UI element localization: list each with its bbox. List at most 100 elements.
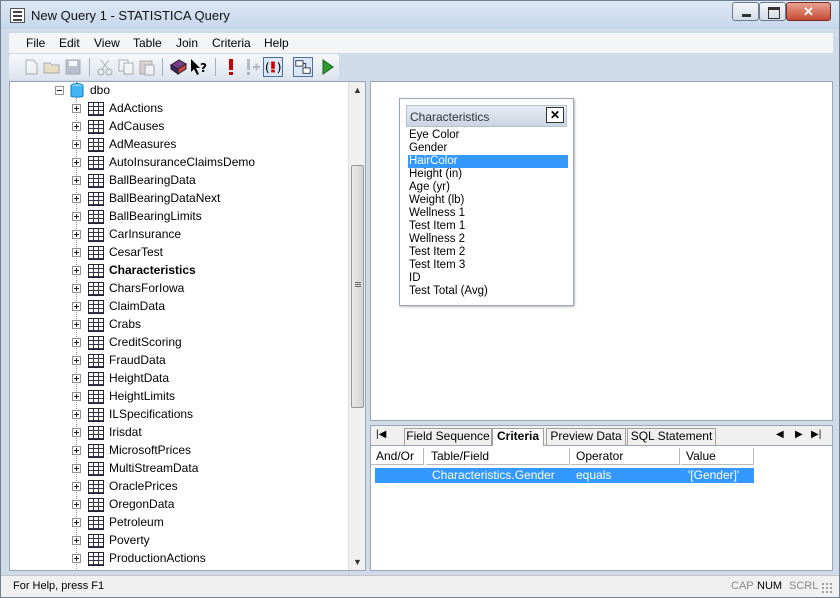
tab-criteria[interactable]: Criteria (492, 428, 544, 446)
tree-item[interactable]: OraclePrices (10, 478, 340, 496)
tree-item[interactable]: AdCauses (10, 118, 340, 136)
next-tab-icon[interactable]: ▶ (795, 429, 803, 440)
expand-icon[interactable] (72, 356, 81, 365)
expand-icon[interactable] (72, 230, 81, 239)
menu-view[interactable]: View (94, 36, 120, 50)
tree-item[interactable]: CesarTest (10, 244, 340, 262)
tree-item[interactable]: BallBearingData (10, 172, 340, 190)
cell-operator[interactable]: equals (576, 468, 611, 483)
paste-icon[interactable] (137, 57, 157, 77)
tree-item[interactable]: AdMeasures (10, 136, 340, 154)
tree-item[interactable]: OregonData (10, 496, 340, 514)
tree-item[interactable]: Crabs (10, 316, 340, 334)
collapse-icon[interactable] (55, 86, 64, 95)
menu-criteria[interactable]: Criteria (212, 36, 251, 50)
tab-sql-statement[interactable]: SQL Statement (627, 428, 716, 445)
field-item[interactable]: Test Item 3 (408, 259, 568, 272)
tree-item[interactable]: CreditScoring (10, 334, 340, 352)
tree-item[interactable]: BallBearingDataNext (10, 190, 340, 208)
expand-icon[interactable] (72, 482, 81, 491)
exclamation-circle-icon[interactable]: () (263, 57, 283, 77)
field-item[interactable]: Height (in) (408, 168, 568, 181)
copy-icon[interactable] (116, 57, 136, 77)
tree-item[interactable]: HeightLimits (10, 388, 340, 406)
tree-item[interactable]: BallBearingLimits (10, 208, 340, 226)
expand-icon[interactable] (72, 374, 81, 383)
first-tab-icon[interactable]: |◀ (376, 429, 386, 440)
expand-icon[interactable] (72, 122, 81, 131)
tree-item[interactable]: FraudData (10, 352, 340, 370)
field-item[interactable]: HairColor (408, 155, 568, 168)
expand-icon[interactable] (72, 428, 81, 437)
context-help-icon[interactable]: ? (189, 57, 209, 77)
minimize-button[interactable] (732, 2, 759, 21)
scroll-up-icon[interactable]: ▲ (352, 85, 363, 95)
expand-icon[interactable] (72, 158, 81, 167)
tree-item[interactable]: AutoInsuranceClaimsDemo (10, 154, 340, 172)
field-item[interactable]: Eye Color (408, 129, 568, 142)
field-item[interactable]: ID (408, 272, 568, 285)
tree-item[interactable]: HeightData (10, 370, 340, 388)
expand-icon[interactable] (72, 266, 81, 275)
field-item[interactable]: Wellness 2 (408, 233, 568, 246)
field-item[interactable]: Wellness 1 (408, 207, 568, 220)
field-item[interactable]: Weight (lb) (408, 194, 568, 207)
tree-item[interactable]: MicrosoftPrices (10, 442, 340, 460)
maximize-button[interactable] (759, 2, 786, 21)
table-window-title-bar[interactable]: Characteristics ✕ (406, 105, 567, 127)
expand-icon[interactable] (72, 212, 81, 221)
expand-icon[interactable] (72, 500, 81, 509)
save-icon[interactable] (63, 57, 83, 77)
add-table-icon[interactable] (168, 57, 188, 77)
expand-icon[interactable] (72, 392, 81, 401)
title-bar[interactable]: New Query 1 - STATISTICA Query (1, 1, 839, 29)
tab-field-sequence[interactable]: Field Sequence (404, 428, 492, 445)
column-header-and-or[interactable]: And/Or (371, 448, 424, 465)
expand-icon[interactable] (72, 194, 81, 203)
tree-item[interactable]: ILSpecifications (10, 406, 340, 424)
cut-icon[interactable] (95, 57, 115, 77)
expand-icon[interactable] (72, 176, 81, 185)
new-icon[interactable] (21, 57, 41, 77)
cell-value[interactable]: '[Gender]' (688, 468, 739, 483)
tree-item[interactable]: ProductionActions (10, 550, 340, 568)
field-item[interactable]: Gender (408, 142, 568, 155)
menu-help[interactable]: Help (264, 36, 289, 50)
criteria-plus-icon[interactable] (242, 57, 262, 77)
expand-icon[interactable] (72, 104, 81, 113)
menu-table[interactable]: Table (133, 36, 162, 50)
resize-grip[interactable] (821, 582, 833, 594)
expand-icon[interactable] (72, 446, 81, 455)
field-item[interactable]: Test Total (Avg) (408, 285, 568, 298)
close-button[interactable] (786, 2, 831, 21)
tree-item[interactable]: MultiStreamData (10, 460, 340, 478)
close-icon[interactable]: ✕ (546, 107, 564, 123)
column-header-operator[interactable]: Operator (571, 448, 680, 465)
expand-icon[interactable] (72, 464, 81, 473)
exclamation-icon[interactable] (221, 57, 241, 77)
expand-icon[interactable] (72, 536, 81, 545)
column-header-table-field[interactable]: Table/Field (426, 448, 570, 465)
expand-icon[interactable] (72, 140, 81, 149)
last-tab-icon[interactable]: ▶| (811, 429, 821, 440)
field-item[interactable]: Age (yr) (408, 181, 568, 194)
tree-item[interactable]: ClaimData (10, 298, 340, 316)
field-item[interactable]: Test Item 1 (408, 220, 568, 233)
scroll-down-icon[interactable]: ▼ (352, 557, 363, 567)
join-icon[interactable] (293, 57, 313, 77)
tree-item[interactable]: AdActions (10, 100, 340, 118)
table-window[interactable]: Characteristics ✕ Eye Color Gender HairCol… (399, 98, 574, 306)
expand-icon[interactable] (72, 320, 81, 329)
expand-icon[interactable] (72, 302, 81, 311)
expand-icon[interactable] (72, 518, 81, 527)
menu-join[interactable]: Join (176, 36, 198, 50)
open-icon[interactable] (42, 57, 62, 77)
tab-preview-data[interactable]: Preview Data (546, 428, 626, 445)
tree-item[interactable]: Irisdat (10, 424, 340, 442)
tree-root-dbo[interactable]: dbo (10, 82, 340, 100)
expand-icon[interactable] (72, 338, 81, 347)
tree-item[interactable]: CarInsurance (10, 226, 340, 244)
column-header-value[interactable]: Value (681, 448, 754, 465)
cell-table-field[interactable]: Characteristics.Gender (432, 468, 555, 483)
run-icon[interactable] (317, 57, 337, 77)
